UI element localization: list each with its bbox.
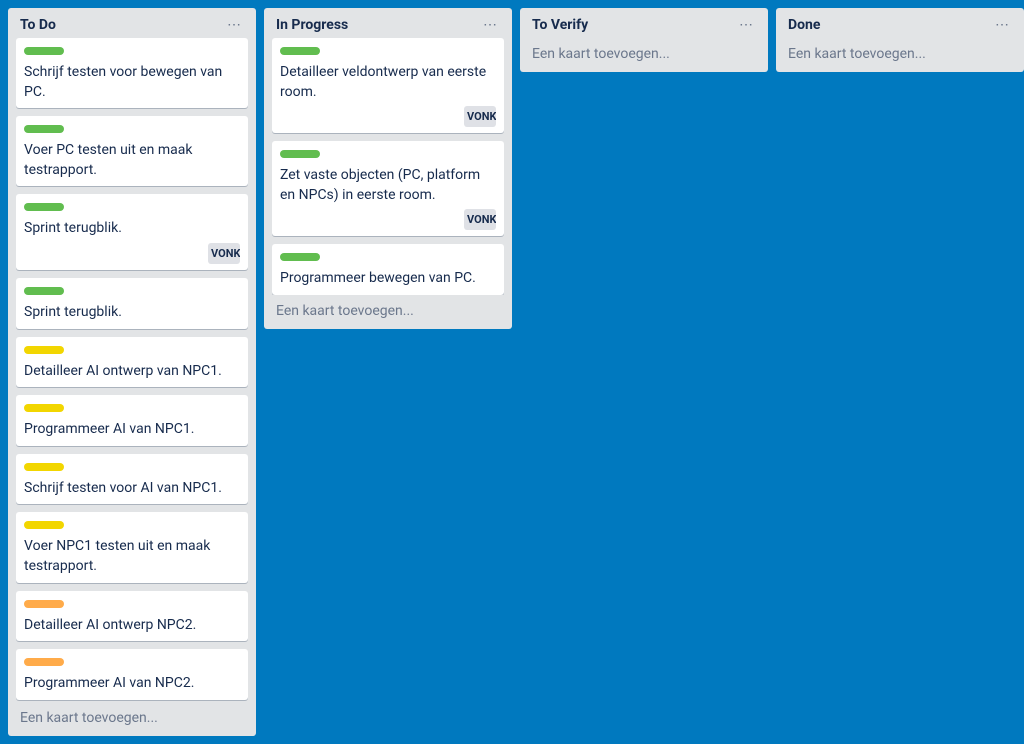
card[interactable]: Zet vaste objecten (PC, platform en NPCs… <box>272 141 504 236</box>
card-footer: VONK <box>24 239 240 264</box>
list: To Do ⋯ Schrijf testen voor bewegen van PC… <box>8 8 256 736</box>
list-title[interactable]: To Do <box>20 17 56 33</box>
list-header: To Verify ⋯ <box>520 8 768 38</box>
card-member-badge[interactable]: VONK <box>464 106 496 127</box>
card[interactable]: Programmeer AI van NPC1. <box>16 395 248 446</box>
card-footer: VONK <box>280 205 496 230</box>
list: In Progress ⋯ Detailleer veldontwerp van e… <box>264 8 512 329</box>
card-title: Sprint terugblik. <box>24 303 240 323</box>
add-card-button[interactable]: Een kaart toevoegen... <box>776 38 1024 72</box>
card-label[interactable] <box>24 287 64 295</box>
list-menu-icon[interactable]: ⋯ <box>733 16 760 34</box>
card[interactable]: Voer PC testen uit en maak testrapport. <box>16 116 248 186</box>
card-label[interactable] <box>24 600 64 608</box>
card-title: Detailleer veldontwerp van eerste room. <box>280 63 496 102</box>
list-header: Done ⋯ <box>776 8 1024 38</box>
card-title: Detailleer AI ontwerp van NPC1. <box>24 362 240 382</box>
card-label[interactable] <box>24 521 64 529</box>
card-label[interactable] <box>24 346 64 354</box>
card-title: Zet vaste objecten (PC, platform en NPCs… <box>280 166 496 205</box>
card[interactable]: Programmeer bewegen van PC. <box>272 244 504 295</box>
card[interactable]: Detailleer AI ontwerp van NPC1. <box>16 337 248 388</box>
card-label[interactable] <box>24 658 64 666</box>
list-menu-icon[interactable]: ⋯ <box>989 16 1016 34</box>
card-title: Voer NPC1 testen uit en maak testrapport… <box>24 537 240 576</box>
cards-container: Schrijf testen voor bewegen van PC. Voer … <box>8 38 256 702</box>
card[interactable]: Detailleer AI ontwerp NPC2. <box>16 591 248 642</box>
list-title[interactable]: Done <box>788 17 820 33</box>
card-footer: VONK <box>280 102 496 127</box>
card[interactable]: Programmeer AI van NPC2. <box>16 649 248 700</box>
card[interactable]: Voer NPC1 testen uit en maak testrapport… <box>16 512 248 582</box>
add-card-button[interactable]: Een kaart toevoegen... <box>8 702 256 736</box>
card-title: Schrijf testen voor AI van NPC1. <box>24 479 240 499</box>
list: To Verify ⋯ Een kaart toevoegen... <box>520 8 768 72</box>
card-label[interactable] <box>280 253 320 261</box>
card-title: Schrijf testen voor bewegen van PC. <box>24 63 240 102</box>
card-label[interactable] <box>280 150 320 158</box>
add-card-button[interactable]: Een kaart toevoegen... <box>520 38 768 72</box>
card-label[interactable] <box>24 125 64 133</box>
card-title: Programmeer AI van NPC2. <box>24 674 240 694</box>
card-title: Voer PC testen uit en maak testrapport. <box>24 141 240 180</box>
list-title[interactable]: In Progress <box>276 17 348 33</box>
card-member-badge[interactable]: VONK <box>208 243 240 264</box>
card[interactable]: Schrijf testen voor AI van NPC1. <box>16 454 248 505</box>
list-menu-icon[interactable]: ⋯ <box>477 16 504 34</box>
card[interactable]: Schrijf testen voor bewegen van PC. <box>16 38 248 108</box>
card-title: Programmeer AI van NPC1. <box>24 420 240 440</box>
card-label[interactable] <box>280 47 320 55</box>
card-title: Programmeer bewegen van PC. <box>280 269 496 289</box>
add-card-button[interactable]: Een kaart toevoegen... <box>264 295 512 329</box>
list-header: To Do ⋯ <box>8 8 256 38</box>
card-label[interactable] <box>24 47 64 55</box>
cards-container: Detailleer veldontwerp van eerste room. V… <box>264 38 512 295</box>
board: To Do ⋯ Schrijf testen voor bewegen van PC… <box>4 4 1020 740</box>
card-title: Sprint terugblik. <box>24 219 240 239</box>
list-menu-icon[interactable]: ⋯ <box>221 16 248 34</box>
card-member-badge[interactable]: VONK <box>464 209 496 230</box>
card-title: Detailleer AI ontwerp NPC2. <box>24 616 240 636</box>
card[interactable]: Sprint terugblik. VONK <box>16 194 248 270</box>
list: Done ⋯ Een kaart toevoegen... <box>776 8 1024 72</box>
card[interactable]: Detailleer veldontwerp van eerste room. V… <box>272 38 504 133</box>
card-label[interactable] <box>24 203 64 211</box>
card-label[interactable] <box>24 404 64 412</box>
card-label[interactable] <box>24 463 64 471</box>
card[interactable]: Sprint terugblik. <box>16 278 248 329</box>
list-title[interactable]: To Verify <box>532 17 588 33</box>
list-header: In Progress ⋯ <box>264 8 512 38</box>
